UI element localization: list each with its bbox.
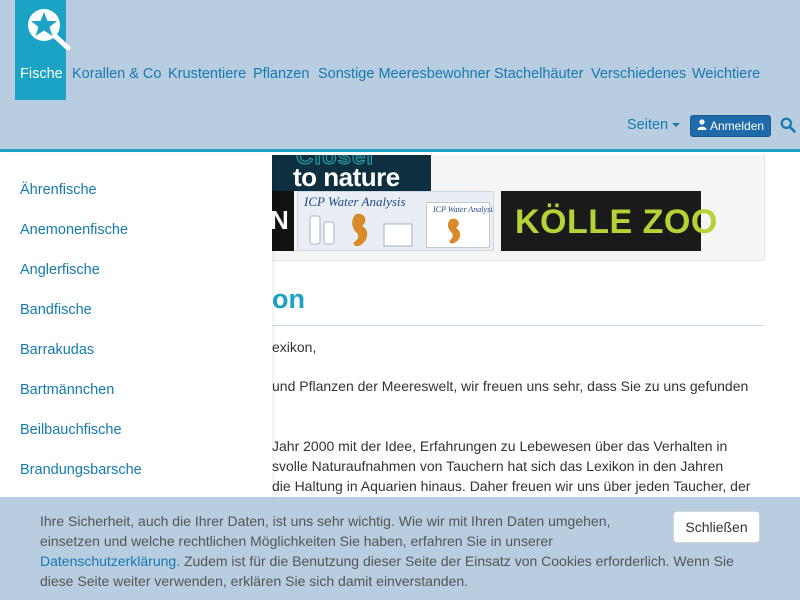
intro-text-line: die Haltung in Aquarien hinaus. Daher fr…: [272, 478, 751, 494]
brand-logo-tab[interactable]: [15, 0, 71, 100]
nav-item-weichtiere[interactable]: Weichtiere: [692, 66, 760, 82]
koelle-zoo-logo-text: KÖLLE ZOO: [515, 203, 718, 241]
menu-item-beilbauchfische[interactable]: Beilbauchfische: [20, 422, 122, 438]
nav-item-krustentiere[interactable]: Krustentiere: [168, 66, 246, 82]
cookie-text-line: einsetzen und welche rechtlichen Möglich…: [40, 533, 553, 549]
nav-item-fische[interactable]: Fische: [20, 66, 63, 82]
login-button[interactable]: Anmelden: [690, 115, 771, 137]
icp-water-analysis-ad[interactable]: ICP Water Analysis ICP Water Analysis: [297, 191, 494, 251]
heading-divider: [245, 325, 765, 326]
icp-box-title: ICP Water Analysis: [433, 205, 494, 214]
top-navbar: Fische Korallen & Co Krustentiere Pflanz…: [0, 0, 800, 152]
pages-dropdown[interactable]: Seiten: [627, 117, 681, 133]
menu-item-anemonenfische[interactable]: Anemonenfische: [20, 222, 128, 238]
dark-ad-letter: N: [270, 205, 289, 235]
intro-text-line: Jahr 2000 mit der Idee, Erfahrungen zu L…: [272, 438, 728, 454]
cookie-close-button[interactable]: Schließen: [673, 511, 760, 543]
nav-item-sonstige[interactable]: Sonstige Meeresbewohner: [318, 66, 491, 82]
caret-down-icon: [672, 123, 681, 128]
menu-item-bandfische[interactable]: Bandfische: [20, 302, 92, 318]
privacy-policy-link[interactable]: Datenschutzerklärung: [40, 553, 176, 569]
cookie-text-rest: . Zudem ist für die Benutzung dieser Sei…: [176, 553, 734, 569]
cookie-text-line: Ihre Sicherheit, auch die Ihrer Daten, i…: [40, 513, 611, 529]
pages-dropdown-label: Seiten: [627, 117, 669, 133]
menu-item-brandungsbarsche[interactable]: Brandungsbarsche: [20, 462, 142, 478]
cookie-text-line: Datenschutzerklärung. Zudem ist für die …: [40, 553, 734, 569]
ad-tagline-main: to nature: [293, 162, 400, 191]
login-button-label: Anmelden: [710, 119, 765, 133]
nav-item-verschiedenes[interactable]: Verschiedenes: [591, 66, 686, 82]
icp-product-box: ICP Water Analysis: [426, 202, 493, 250]
star-magnifier-logo-icon: [25, 6, 71, 55]
search-icon[interactable]: [780, 117, 796, 138]
menu-item-aehrenfische[interactable]: Ährenfische: [20, 182, 97, 198]
user-icon: [697, 119, 707, 133]
cookie-text-line: diese Seite weiter verwenden, erklären S…: [40, 573, 469, 589]
seahorse-illustration: [306, 210, 416, 250]
closer-to-nature-ad[interactable]: Closer to nature: [268, 155, 431, 191]
intro-text-line: exikon,: [272, 339, 317, 355]
nav-item-pflanzen[interactable]: Pflanzen: [253, 66, 309, 82]
menu-item-bartmaennchen[interactable]: Bartmännchen: [20, 382, 114, 398]
page-title: on: [272, 284, 305, 314]
nav-item-korallen[interactable]: Korallen & Co: [72, 66, 161, 82]
nav-item-stachelhaeuter[interactable]: Stachelhäuter: [494, 66, 583, 82]
menu-item-anglerfische[interactable]: Anglerfische: [20, 262, 100, 278]
koelle-zoo-ad[interactable]: KÖLLE ZOO: [501, 191, 717, 251]
intro-text-line: und Pflanzen der Meereswelt, wir freuen …: [272, 378, 749, 394]
icp-ad-title: ICP Water Analysis: [304, 194, 406, 209]
intro-text-line: svolle Naturaufnahmen von Tauchern hat s…: [272, 458, 724, 474]
icp-box-seahorse: [437, 217, 477, 250]
menu-item-barrakudas[interactable]: Barrakudas: [20, 342, 94, 358]
